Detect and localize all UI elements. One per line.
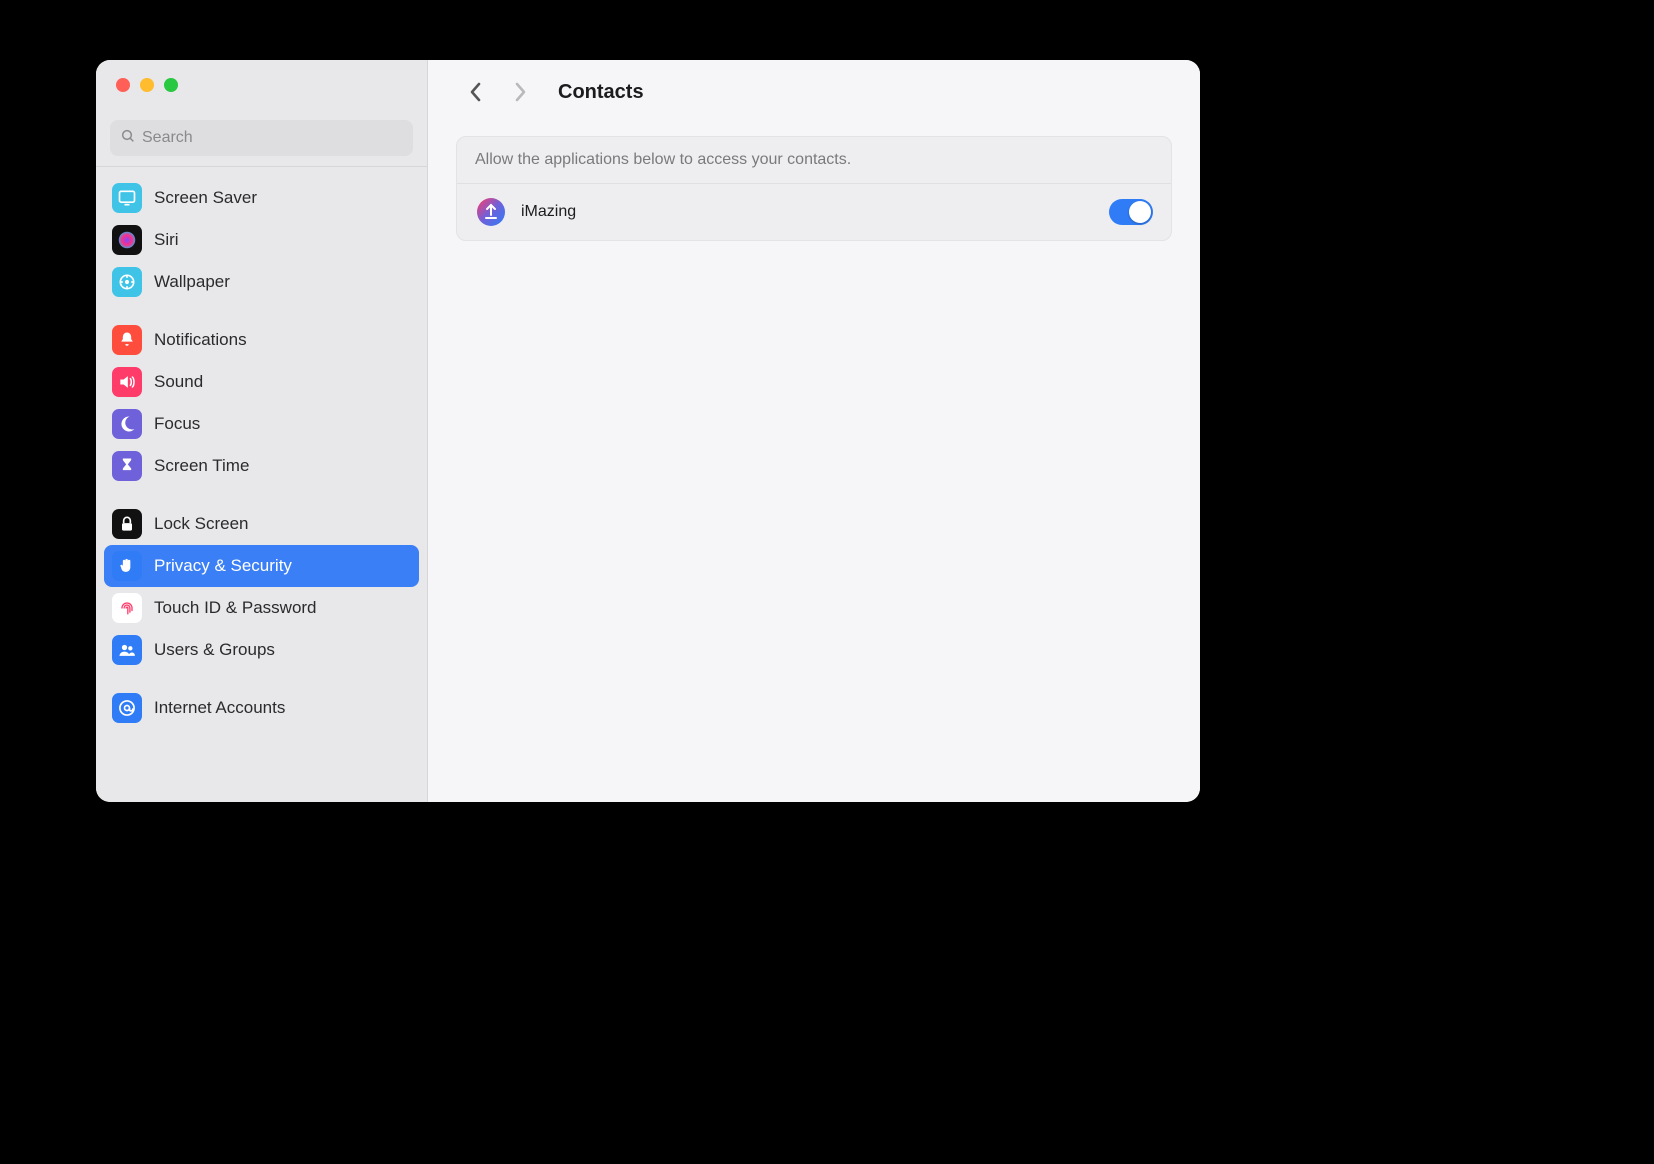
sidebar-item-privacy-security[interactable]: Privacy & Security [104,545,419,587]
access-toggle[interactable] [1109,199,1153,225]
hand-icon [112,551,142,581]
window-controls [96,60,427,108]
bell-icon [112,325,142,355]
wallpaper-icon [112,267,142,297]
search-input[interactable] [142,129,403,147]
hourglass-icon [112,451,142,481]
sidebar: Screen Saver Siri Wallpaper Notifications So… [96,60,428,802]
sidebar-item-touch-id[interactable]: Touch ID & Password [104,587,419,629]
sidebar-item-lock-screen[interactable]: Lock Screen [104,503,419,545]
sidebar-item-screen-saver[interactable]: Screen Saver [104,177,419,219]
sidebar-item-label: Users & Groups [154,640,275,660]
zoom-button[interactable] [164,78,178,92]
sidebar-item-label: Internet Accounts [154,698,285,718]
sidebar-item-label: Siri [154,230,179,250]
app-row: iMazing [457,184,1171,240]
sidebar-item-siri[interactable]: Siri [104,219,419,261]
panel-description: Allow the applications below to access y… [457,137,1171,184]
system-settings-window: Screen Saver Siri Wallpaper Notifications So… [96,60,1200,802]
sidebar-item-internet-accounts[interactable]: Internet Accounts [104,687,419,729]
users-icon [112,635,142,665]
sidebar-item-label: Privacy & Security [154,556,292,576]
sidebar-item-notifications[interactable]: Notifications [104,319,419,361]
search-field[interactable] [110,120,413,156]
sidebar-item-label: Lock Screen [154,514,249,534]
sidebar-item-screen-time[interactable]: Screen Time [104,445,419,487]
contacts-access-panel: Allow the applications below to access y… [456,136,1172,241]
page-title: Contacts [558,81,644,104]
moon-icon [112,409,142,439]
forward-button[interactable] [508,80,532,104]
speaker-icon [112,367,142,397]
sidebar-item-users-groups[interactable]: Users & Groups [104,629,419,671]
app-icon [475,196,507,228]
close-button[interactable] [116,78,130,92]
app-name: iMazing [521,203,576,221]
sidebar-item-label: Focus [154,414,200,434]
sidebar-item-label: Wallpaper [154,272,230,292]
sidebar-item-label: Screen Saver [154,188,257,208]
sidebar-item-label: Sound [154,372,203,392]
search-icon [120,128,136,149]
minimize-button[interactable] [140,78,154,92]
sidebar-item-label: Touch ID & Password [154,598,317,618]
sidebar-item-sound[interactable]: Sound [104,361,419,403]
search-container [96,108,427,166]
sidebar-item-focus[interactable]: Focus [104,403,419,445]
back-button[interactable] [464,80,488,104]
lock-icon [112,509,142,539]
sidebar-item-wallpaper[interactable]: Wallpaper [104,261,419,303]
sidebar-nav: Screen Saver Siri Wallpaper Notifications So… [96,167,427,802]
content-header: Contacts [428,60,1200,124]
siri-icon [112,225,142,255]
fingerprint-icon [112,593,142,623]
content-area: Contacts Allow the applications below to… [428,60,1200,802]
screen-saver-icon [112,183,142,213]
sidebar-item-label: Screen Time [154,456,249,476]
at-icon [112,693,142,723]
sidebar-item-label: Notifications [154,330,247,350]
